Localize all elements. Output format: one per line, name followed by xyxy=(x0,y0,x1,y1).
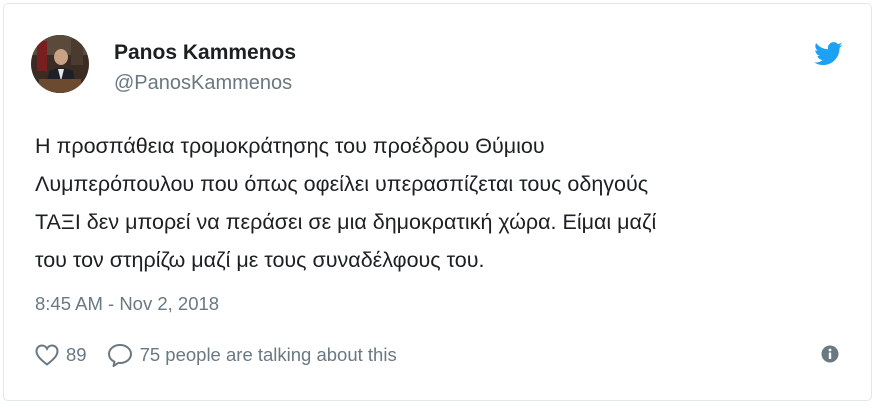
tweet-text: Η προσπάθεια τρομοκράτησης του προέδρου … xyxy=(35,127,855,279)
user-handle[interactable]: @PanosKammenos xyxy=(114,72,292,95)
tweet-line: Η προσπάθεια τρομοκράτησης του προέδρου … xyxy=(35,134,545,158)
speech-bubble-icon xyxy=(107,344,132,367)
profile-photo-icon xyxy=(31,35,89,93)
like-count: 89 xyxy=(66,344,87,365)
avatar[interactable] xyxy=(31,35,89,93)
tweet-card: Panos Kammenos @PanosKammenos Η προσπάθε… xyxy=(3,3,872,401)
tweet-line: ΤΑΞΙ δεν μπορεί να περάσει σε μια δημοκρ… xyxy=(35,210,657,234)
like-button[interactable]: 89 xyxy=(35,344,87,366)
twitter-bird-icon[interactable] xyxy=(814,42,843,66)
tweet-line: Λυμπερόπουλου που όπως οφείλει υπερασπίζ… xyxy=(35,172,649,196)
reply-button[interactable]: 75 people are talking about this xyxy=(107,343,397,367)
info-icon[interactable] xyxy=(821,345,839,363)
tweet-timestamp[interactable]: 8:45 AM - Nov 2, 2018 xyxy=(35,293,219,315)
heart-icon xyxy=(35,344,59,366)
tweet-line: του τον στηρίζω μαζί με τους συναδέλφους… xyxy=(35,248,485,272)
conversation-label: 75 people are talking about this xyxy=(139,344,397,365)
user-name[interactable]: Panos Kammenos xyxy=(114,41,296,65)
tweet-actions: 89 75 people are talking about this xyxy=(35,342,397,368)
